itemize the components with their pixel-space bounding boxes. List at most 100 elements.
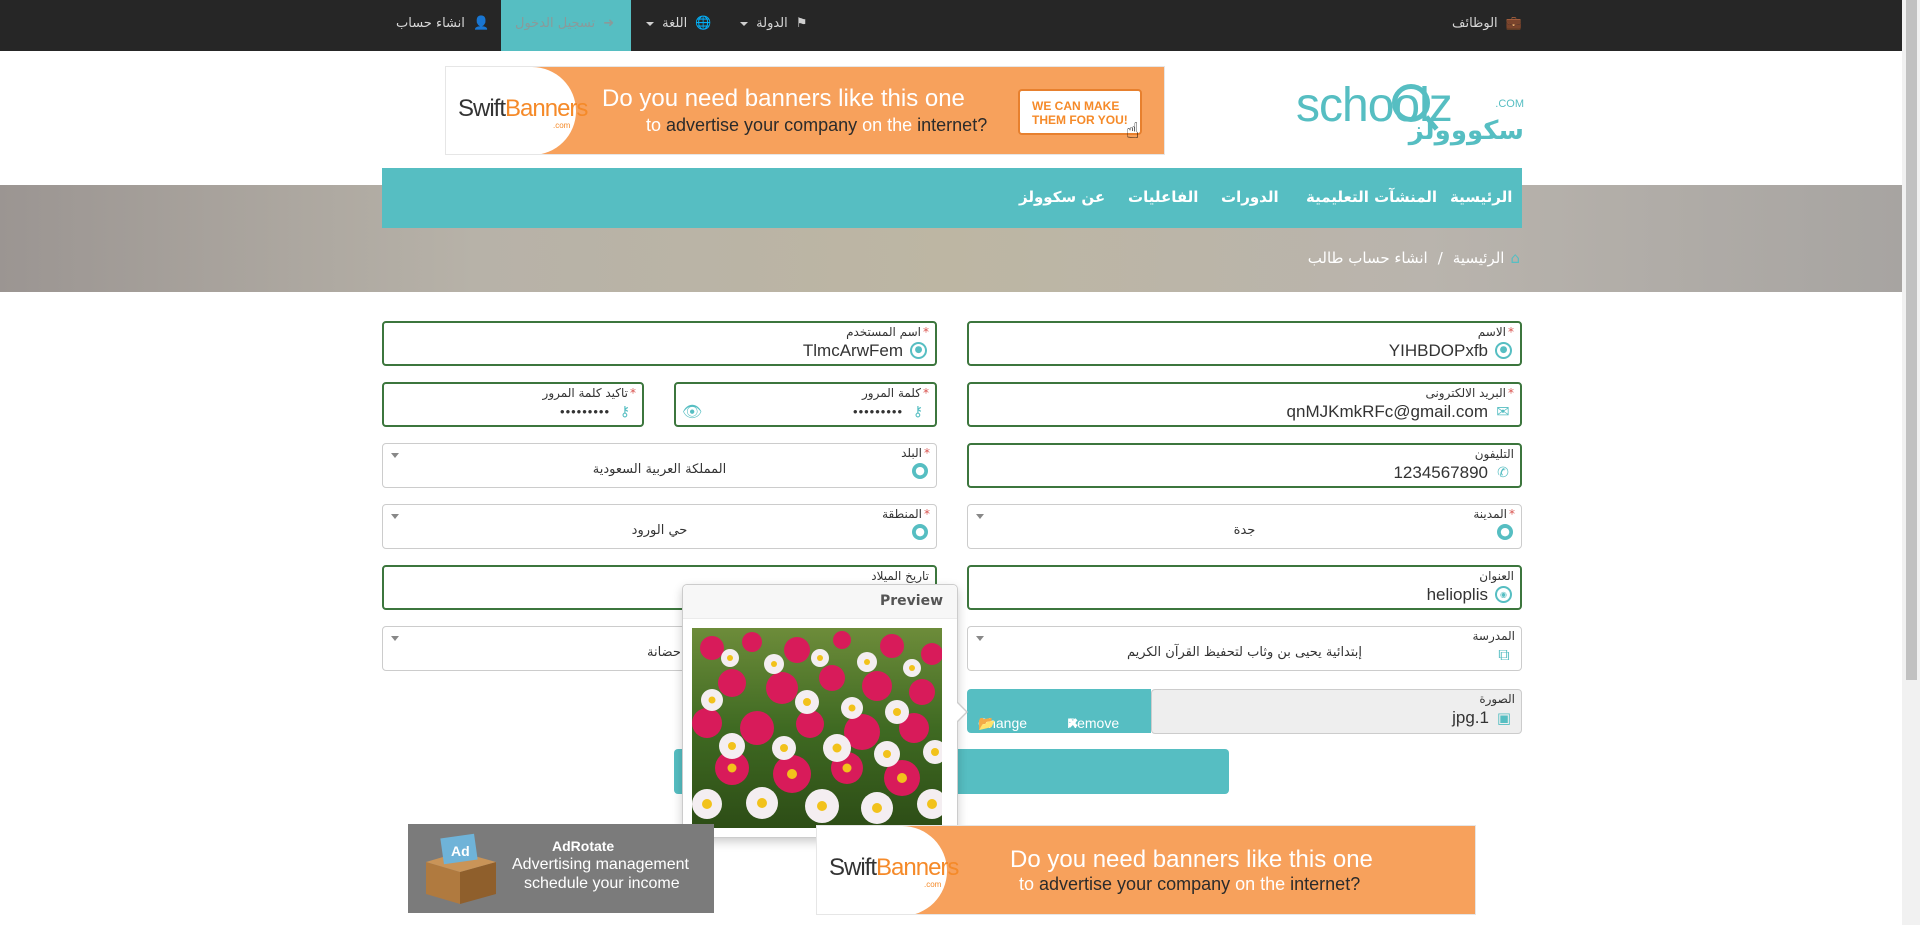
swiftbanners-ad-bottom[interactable]: SwiftBanners .com Do you need banners li… [816, 825, 1476, 915]
ad-logo-area: SwiftBanners .com [817, 826, 959, 914]
caret-down-icon [646, 21, 654, 26]
username-input[interactable]: TlmcArwFem [803, 341, 903, 361]
nav-courses[interactable]: الدورات [1221, 168, 1279, 228]
signup-label: انشاء حساب [396, 16, 465, 31]
flag-icon: ⚑ [795, 16, 808, 31]
briefcase-icon: 💼 [1505, 16, 1522, 31]
country-select-label: *البلد [901, 446, 930, 460]
breadcrumb-home[interactable]: الرئيسية [1453, 249, 1505, 267]
nav-about[interactable]: عن سكوولز [1019, 168, 1105, 228]
breadcrumb: ⌂ الرئيسية / انشاء حساب طالب [1308, 249, 1520, 267]
sign-in-icon: ➜ [603, 16, 615, 31]
name-input[interactable]: YIHBDOPxfb [1389, 341, 1488, 361]
photo-filename: jpg.1 [1452, 708, 1489, 727]
key-icon: ⚷ [912, 404, 924, 420]
nav-home[interactable]: الرئيسية [1450, 168, 1512, 228]
chevron-down-icon [391, 514, 399, 519]
globe-icon: ● [1497, 524, 1513, 540]
svg-text:Ad: Ad [451, 843, 470, 859]
password-field[interactable]: *كلمة المرور ••••••••• ⚷ 👁 [674, 382, 937, 427]
ad-subline: to advertise your company on the interne… [646, 115, 988, 135]
signup-link[interactable]: انشاء حساب 👤 [396, 0, 489, 51]
ad-logo-com: .com [553, 121, 571, 130]
ad-cta-button[interactable]: WE CAN MAKE THEM FOR YOU! [1018, 89, 1142, 135]
username-field[interactable]: *اسم المستخدم TlmcArwFem ● [382, 321, 937, 366]
globe-icon: 🌐 [695, 16, 712, 31]
adrotate-line1: Advertising management [512, 856, 689, 873]
address-field[interactable]: العنوان helioplis ◉ [967, 565, 1522, 610]
phone-icon: ✆ [1497, 465, 1509, 481]
ad-logo-area: SwiftBanners .com [446, 67, 588, 154]
region-select-value: حي الورود [631, 523, 688, 538]
country-label: الدولة [756, 16, 788, 31]
scrollbar-thumb[interactable] [1906, 0, 1917, 680]
key-icon: ⚷ [619, 404, 631, 420]
address-input[interactable]: helioplis [1427, 585, 1488, 605]
login-label: تسجيل الدخول [515, 16, 596, 31]
city-select-label: *المدينة [1473, 507, 1515, 521]
swiftbanners-logo: SwiftBanners [458, 95, 588, 122]
country-dropdown[interactable]: الدولة ⚑ [740, 0, 808, 51]
phone-input[interactable]: 1234567890 [1393, 463, 1488, 483]
name-field[interactable]: *الاسم YIHBDOPxfb ● [967, 321, 1522, 366]
confirm-password-field[interactable]: *تاكيد كلمة المرور ••••••••• ⚷ [382, 382, 644, 427]
email-input[interactable]: qnMJKmkRFc@gmail.com [1287, 402, 1488, 422]
region-select[interactable]: *المنطقة حي الورود ● [382, 504, 937, 549]
school-select[interactable]: المدرسة إبتدائية يحيى بن وثاب لتحفيظ الق… [967, 626, 1522, 671]
copy-icon: ⧉ [1498, 645, 1510, 664]
country-select[interactable]: *البلد المملكة العربية السعودية ● [382, 443, 937, 488]
photo-label: الصورة [1479, 692, 1515, 706]
eye-icon[interactable]: 👁 [682, 402, 702, 421]
confirm-password-label: *تاكيد كلمة المرور [542, 386, 636, 400]
adrotate-line2: schedule your income [524, 875, 680, 892]
address-label: العنوان [1479, 569, 1514, 583]
logo-arabic: سكووولز [1408, 116, 1524, 146]
language-label: اللغة [662, 16, 688, 31]
chevron-down-icon [976, 636, 984, 641]
email-field[interactable]: *البريد الالكترونى qnMJKmkRFc@gmail.com … [967, 382, 1522, 427]
globe-icon: ● [912, 463, 928, 479]
user-plus-icon: 👤 [473, 16, 490, 31]
preview-title: Preview [683, 585, 957, 619]
ad-subline: to advertise your company on the interne… [1019, 874, 1361, 894]
envelope-icon: ✉ [1496, 402, 1510, 421]
ad-headline: Do you need banners like this one [602, 85, 965, 112]
adrotate-ad[interactable]: Ad AdRotate Advertising management sched… [408, 824, 714, 913]
target-icon: ◉ [1495, 586, 1512, 603]
login-link[interactable]: تسجيل الدخول ➜ [501, 0, 631, 51]
swiftbanners-ad-top[interactable]: SwiftBanners .com Do you need banners li… [445, 66, 1165, 155]
chevron-down-icon [976, 514, 984, 519]
city-select-value: جدة [1233, 523, 1256, 538]
name-label: *الاسم [1477, 325, 1514, 339]
file-buttons: Remove ✖ Change 📂 [967, 689, 1151, 733]
email-label: *البريد الالكترونى [1425, 386, 1514, 400]
chevron-down-icon [391, 453, 399, 458]
country-select-value: المملكة العربية السعودية [592, 462, 727, 477]
phone-field[interactable]: التليفون 1234567890 ✆ [967, 443, 1522, 488]
jobs-label: الوظائف [1452, 16, 1498, 31]
box-icon: Ad [418, 832, 502, 906]
breadcrumb-current: انشاء حساب طالب [1307, 249, 1428, 267]
close-icon: ✖ [1067, 715, 1079, 731]
password-input[interactable]: ••••••••• [853, 404, 903, 419]
top-bar: الوظائف 💼 الدولة ⚑ اللغة 🌐 تسجيل الدخول … [0, 0, 1902, 51]
site-logo[interactable]: schoolz .COM سكووولز [1296, 78, 1524, 150]
confirm-password-input[interactable]: ••••••••• [560, 404, 610, 419]
home-icon[interactable]: ⌂ [1510, 249, 1520, 267]
level-select-value: حضانة [647, 645, 681, 660]
jobs-link[interactable]: الوظائف 💼 [1452, 0, 1522, 51]
image-icon: ▣ [1496, 709, 1512, 727]
caret-down-icon [740, 21, 748, 26]
phone-label: التليفون [1474, 447, 1514, 461]
language-dropdown[interactable]: اللغة 🌐 [646, 0, 712, 51]
nav-institutions[interactable]: المنشآت التعليمية [1306, 168, 1437, 228]
photo-field[interactable]: الصورة jpg.1 ▣ [1151, 689, 1522, 734]
user-icon: ● [1495, 342, 1512, 359]
username-label: *اسم المستخدم [846, 325, 929, 339]
city-select[interactable]: *المدينة جدة ● [967, 504, 1522, 549]
birthdate-label: تاريخ الميلاد [871, 569, 929, 583]
chevron-down-icon [391, 636, 399, 641]
ad-logo-com: .com [924, 880, 942, 889]
nav-events[interactable]: الفاعليات [1128, 168, 1198, 228]
ad-headline: Do you need banners like this one [1010, 846, 1373, 873]
